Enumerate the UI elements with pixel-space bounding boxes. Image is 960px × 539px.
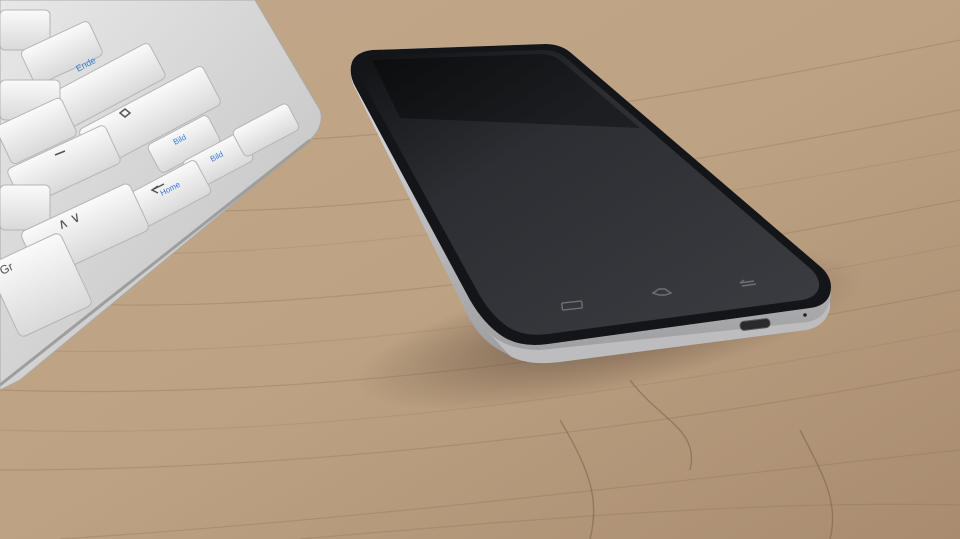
scene-svg: Ende Bild Bild Home ∧ ∨ Gr bbox=[0, 0, 960, 539]
photo-scene: Ende Bild Bild Home ∧ ∨ Gr bbox=[0, 0, 960, 539]
microphone-hole-icon bbox=[803, 313, 807, 317]
